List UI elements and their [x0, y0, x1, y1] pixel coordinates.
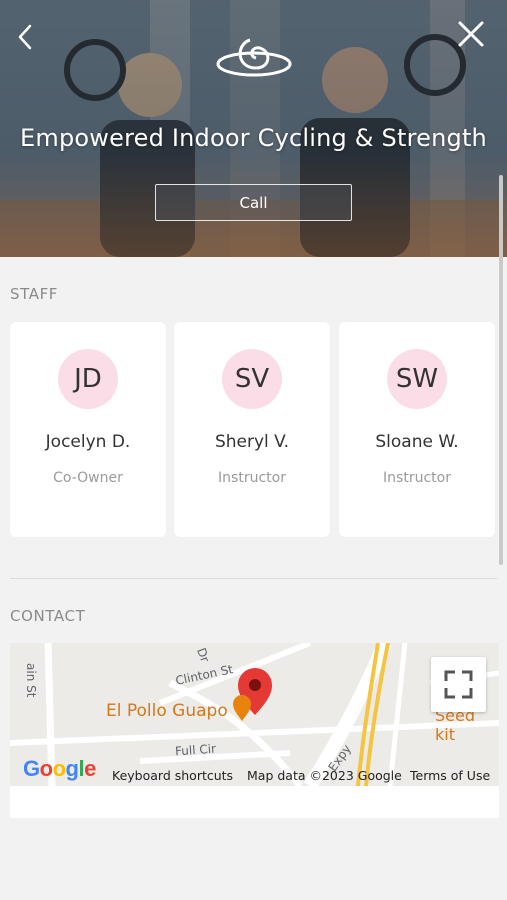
page-title: Empowered Indoor Cycling & Strength: [20, 124, 487, 152]
map-poi-label[interactable]: El Pollo Guapo: [106, 701, 228, 721]
staff-card[interactable]: SW Sloane W. Instructor: [339, 322, 495, 537]
scrollbar[interactable]: [499, 175, 503, 565]
fullscreen-button[interactable]: [431, 657, 486, 712]
staff-name: Sheryl V.: [214, 432, 290, 452]
studio-logo: [216, 38, 292, 77]
contact-section-title: CONTACT: [10, 607, 86, 625]
staff-section-title: STAFF: [10, 285, 59, 303]
staff-role: Co-Owner: [53, 470, 123, 486]
hero-banner: Empowered Indoor Cycling & Strength Call: [0, 0, 507, 257]
avatar: SV: [222, 349, 282, 409]
section-divider: [10, 578, 497, 579]
google-logo: Google: [23, 756, 96, 781]
map-street-label: ain St: [24, 663, 38, 698]
map-data-attribution: Map data ©2023 Google: [247, 768, 402, 783]
avatar: SW: [387, 349, 447, 409]
location-map[interactable]: ain St Clinton St Dr Full Cir Expy El Po…: [10, 643, 499, 786]
fullscreen-icon: [444, 670, 473, 699]
staff-card[interactable]: JD Jocelyn D. Co-Owner: [10, 322, 166, 537]
avatar: JD: [58, 349, 118, 409]
staff-list: JD Jocelyn D. Co-Owner SV Sheryl V. Inst…: [10, 322, 496, 537]
map-footer: [10, 786, 499, 818]
close-icon: [458, 21, 484, 47]
call-button[interactable]: Call: [155, 184, 352, 221]
back-button[interactable]: [12, 20, 42, 54]
keyboard-shortcuts-link[interactable]: Keyboard shortcuts: [112, 768, 233, 783]
staff-card[interactable]: SV Sheryl V. Instructor: [174, 322, 330, 537]
map-street-label: Full Cir: [174, 741, 217, 759]
close-button[interactable]: [455, 18, 487, 50]
staff-role: Instructor: [218, 470, 286, 486]
staff-name: Jocelyn D.: [45, 432, 131, 452]
terms-of-use-link[interactable]: Terms of Use: [410, 768, 490, 783]
staff-role: Instructor: [383, 470, 451, 486]
staff-name: Sloane W.: [375, 432, 459, 452]
chevron-left-icon: [18, 24, 32, 50]
